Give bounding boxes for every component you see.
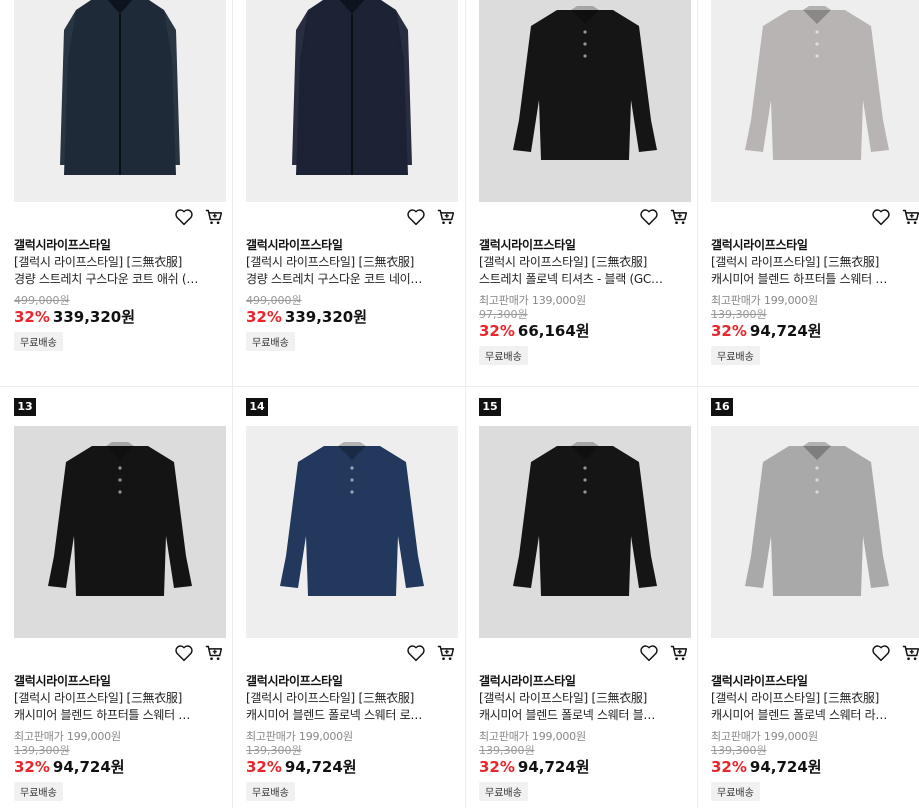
heart-icon[interactable] [639, 644, 659, 662]
product-image[interactable] [14, 426, 226, 638]
sale-price: 32% 94,724원 [711, 320, 822, 341]
shipping-badge: 무료배송 [479, 782, 528, 801]
product-card[interactable]: 13 갤럭시라이프스타일 [갤럭시 라이프스타일] [三無衣服] 캐시미어 블렌드 하… [0, 396, 232, 808]
shipping-badge: 무료배송 [711, 782, 760, 801]
cart-icon[interactable] [669, 644, 689, 662]
product-title[interactable]: [갤럭시 라이프스타일] [三無衣服] 캐시미어 블렌드 폴로넥 스웨터 로… [246, 690, 451, 724]
product-card[interactable]: 갤럭시라이프스타일 [갤럭시 라이프스타일] [三無衣服] 스트레치 폴로넥 티셔츠… [465, 0, 697, 386]
discount-rate: 32% [711, 758, 747, 776]
price-value: 94,724원 [52, 758, 125, 776]
product-image[interactable] [479, 0, 691, 202]
product-card[interactable]: 갤럭시라이프스타일 [갤럭시 라이프스타일] [三無衣服] 캐시미어 블렌드 하프터… [697, 0, 919, 386]
cart-icon[interactable] [901, 208, 919, 226]
brand-name: 갤럭시라이프스타일 [14, 238, 111, 252]
cart-icon[interactable] [436, 644, 456, 662]
price-value: 94,724원 [284, 758, 357, 776]
discount-rate: 32% [246, 758, 282, 776]
sale-price: 32% 66,164원 [479, 320, 590, 341]
shipping-badge: 무료배송 [246, 332, 295, 351]
heart-icon[interactable] [174, 208, 194, 226]
price-value: 94,724원 [517, 758, 590, 776]
price-value: 339,320원 [52, 308, 136, 326]
cart-icon[interactable] [901, 644, 919, 662]
sale-price: 32% 339,320원 [246, 306, 367, 327]
rank-badge: 15 [479, 398, 501, 416]
product-card[interactable]: 15 갤럭시라이프스타일 [갤럭시 라이프스타일] [三無衣服] 캐시미어 블렌드 폴… [465, 396, 697, 808]
product-title[interactable]: [갤럭시 라이프스타일] [三無衣服] 캐시미어 블렌드 폴로넥 스웨터 라… [711, 690, 916, 724]
brand-name: 갤럭시라이프스타일 [246, 674, 343, 688]
sale-price: 32% 94,724원 [711, 756, 822, 777]
heart-icon[interactable] [871, 644, 891, 662]
brand-name: 갤럭시라이프스타일 [246, 238, 343, 252]
brand-name: 갤럭시라이프스타일 [711, 674, 808, 688]
product-image[interactable] [711, 426, 919, 638]
heart-icon[interactable] [406, 644, 426, 662]
shipping-badge: 무료배송 [14, 332, 63, 351]
price-value: 94,724원 [749, 758, 822, 776]
product-title[interactable]: [갤럭시 라이프스타일] [三無衣服] 경량 스트레치 구스다운 코트 네이… [246, 254, 451, 288]
shipping-badge: 무료배송 [246, 782, 295, 801]
product-card[interactable]: 16 갤럭시라이프스타일 [갤럭시 라이프스타일] [三無衣服] 캐시미어 블렌드 폴… [697, 396, 919, 808]
heart-icon[interactable] [871, 208, 891, 226]
rank-badge: 14 [246, 398, 268, 416]
product-title[interactable]: [갤럭시 라이프스타일] [三無衣服] 경량 스트레치 구스다운 코트 애쉬 (… [14, 254, 219, 288]
discount-rate: 32% [479, 758, 515, 776]
heart-icon[interactable] [406, 208, 426, 226]
product-grid: 갤럭시라이프스타일 [갤럭시 라이프스타일] [三無衣服] 경량 스트레치 구스다운… [0, 0, 919, 808]
product-image[interactable] [711, 0, 919, 202]
divider [0, 386, 919, 387]
discount-rate: 32% [711, 322, 747, 340]
brand-name: 갤럭시라이프스타일 [14, 674, 111, 688]
sale-price: 32% 339,320원 [14, 306, 135, 327]
sale-price: 32% 94,724원 [479, 756, 590, 777]
product-title[interactable]: [갤럭시 라이프스타일] [三無衣服] 캐시미어 블렌드 하프터틀 스웨터 … [14, 690, 219, 724]
heart-icon[interactable] [174, 644, 194, 662]
product-title[interactable]: [갤럭시 라이프스타일] [三無衣服] 스트레치 폴로넥 티셔츠 - 블랙 (GC… [479, 254, 684, 288]
product-image[interactable] [246, 426, 458, 638]
discount-rate: 32% [14, 308, 50, 326]
product-card[interactable]: 14 갤럭시라이프스타일 [갤럭시 라이프스타일] [三無衣服] 캐시미어 블렌드 폴… [232, 396, 464, 808]
shipping-badge: 무료배송 [14, 782, 63, 801]
heart-icon[interactable] [639, 208, 659, 226]
product-image[interactable] [479, 426, 691, 638]
product-title[interactable]: [갤럭시 라이프스타일] [三無衣服] 캐시미어 블렌드 하프터틀 스웨터 … [711, 254, 916, 288]
shipping-badge: 무료배송 [711, 346, 760, 365]
cart-icon[interactable] [204, 208, 224, 226]
product-card[interactable]: 갤럭시라이프스타일 [갤럭시 라이프스타일] [三無衣服] 경량 스트레치 구스다운… [0, 0, 232, 386]
rank-badge: 16 [711, 398, 733, 416]
rank-badge: 13 [14, 398, 36, 416]
discount-rate: 32% [479, 322, 515, 340]
product-image[interactable] [14, 0, 226, 202]
sale-price: 32% 94,724원 [246, 756, 357, 777]
brand-name: 갤럭시라이프스타일 [711, 238, 808, 252]
price-value: 94,724원 [749, 322, 822, 340]
brand-name: 갤럭시라이프스타일 [479, 238, 576, 252]
price-value: 66,164원 [517, 322, 590, 340]
product-title[interactable]: [갤럭시 라이프스타일] [三無衣服] 캐시미어 블렌드 폴로넥 스웨터 블… [479, 690, 684, 724]
brand-name: 갤럭시라이프스타일 [479, 674, 576, 688]
cart-icon[interactable] [204, 644, 224, 662]
shipping-badge: 무료배송 [479, 346, 528, 365]
product-card[interactable]: 갤럭시라이프스타일 [갤럭시 라이프스타일] [三無衣服] 경량 스트레치 구스다운… [232, 0, 464, 386]
cart-icon[interactable] [669, 208, 689, 226]
cart-icon[interactable] [436, 208, 456, 226]
product-image[interactable] [246, 0, 458, 202]
sale-price: 32% 94,724원 [14, 756, 125, 777]
discount-rate: 32% [14, 758, 50, 776]
discount-rate: 32% [246, 308, 282, 326]
price-value: 339,320원 [284, 308, 368, 326]
